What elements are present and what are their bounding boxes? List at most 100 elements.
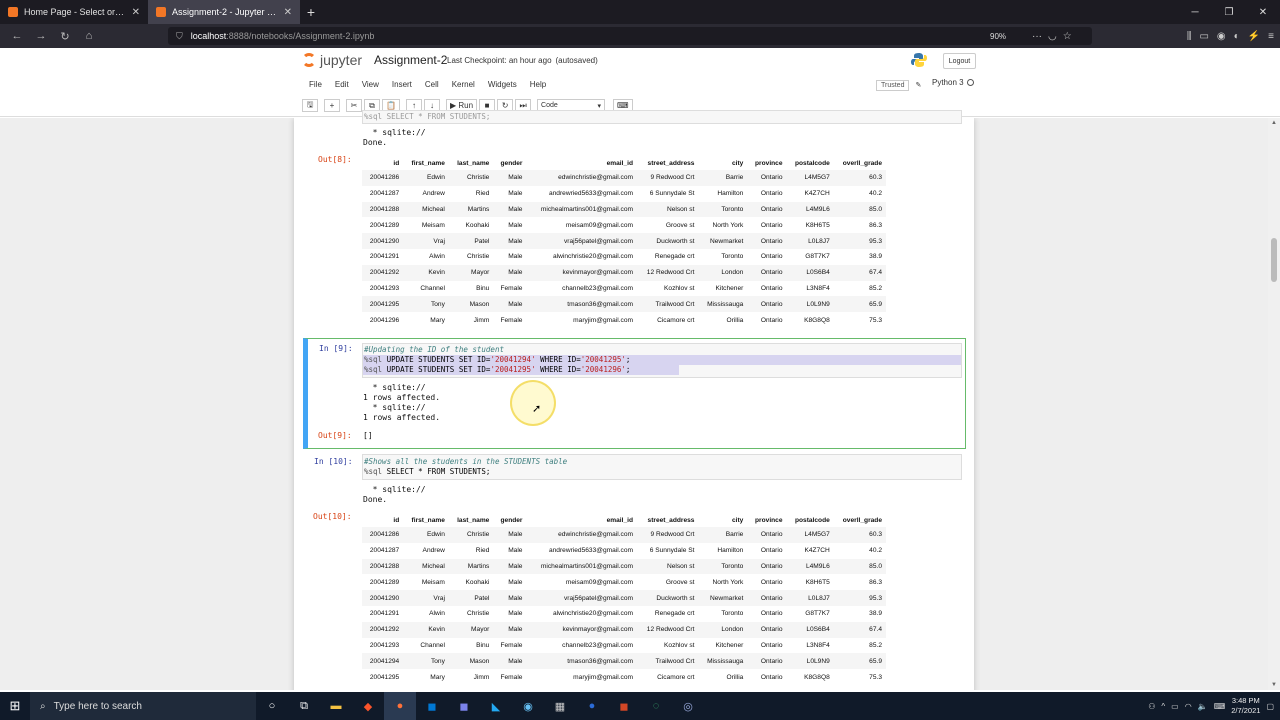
menu-help[interactable]: Help — [523, 78, 552, 92]
zoom-level[interactable]: 90% — [990, 27, 1006, 45]
edit-pencil-icon[interactable]: ✎ — [915, 81, 921, 89]
scroll-down-icon[interactable]: ▼ — [1271, 682, 1277, 688]
pocket-icon[interactable]: ◡ — [1048, 31, 1057, 42]
table-cell-first-name: Andrew — [422, 190, 445, 198]
table-cell-last-name: Christie — [467, 174, 490, 182]
teams-icon[interactable]: ◼ — [448, 692, 480, 720]
close-tab-icon[interactable]: ✕ — [284, 7, 292, 18]
table-row: 20041289 Meisam Koohaki Male meisam09@gmail.… — [362, 574, 886, 590]
taskbar-clock[interactable]: 3:48 PM 2/7/2021 — [1231, 696, 1260, 716]
notebook-menu-bar: File Edit View Insert Cell Kernel Widget… — [302, 78, 976, 92]
menu-edit[interactable]: Edit — [328, 78, 355, 92]
table-cell-last-name: Koohaki — [465, 578, 490, 586]
table-cell-postalcode: L3N8F4 — [806, 641, 830, 649]
wifi-icon[interactable]: ◠ — [1185, 702, 1192, 711]
extension-icon[interactable]: ◐ — [1234, 31, 1240, 42]
insert-cell-icon[interactable]: + — [324, 99, 340, 112]
windows-start-icon[interactable]: ⊞ — [0, 692, 30, 720]
kernel-name[interactable]: Python 3 — [932, 78, 964, 87]
code-cell-7[interactable]: %sql SELECT * FROM STUDENTS; — [362, 110, 962, 124]
sidebar-icon[interactable]: ▭ — [1199, 31, 1208, 42]
table-header-row: id first_name last_name gender email_id stree… — [362, 513, 886, 527]
url-actions: ··· ◡ ☆ — [1032, 27, 1072, 45]
taskbar-search[interactable]: ⌕ Type here to search — [30, 692, 256, 720]
back-icon[interactable]: ← — [6, 26, 28, 46]
maximize-icon[interactable]: ❐ — [1212, 0, 1246, 24]
people-icon[interactable]: ⚇ — [1148, 702, 1155, 711]
notification-icon[interactable]: ▢ — [1266, 702, 1274, 711]
tab-assignment-2[interactable]: Assignment-2 - Jupyter Notebo ✕ — [148, 0, 300, 24]
firefox-icon[interactable]: ● — [384, 692, 416, 720]
shield-icon[interactable]: ⛉ — [176, 31, 183, 42]
menu-widgets[interactable]: Widgets — [481, 78, 523, 92]
table-cell-postalcode: L0L8J7 — [808, 594, 830, 602]
app-icon[interactable]: ◎ — [672, 692, 704, 720]
table-cell-postalcode: K8G8Q8 — [804, 673, 830, 681]
save-icon[interactable]: 🖫 — [302, 99, 318, 112]
table-cell-last-name: Koohaki — [465, 221, 490, 229]
trusted-badge[interactable]: Trusted — [876, 79, 910, 91]
code-cell-9-editor[interactable]: #Updating the ID of the student %sql UPD… — [362, 343, 962, 378]
table-cell-first-name: Channel — [420, 641, 445, 649]
file-explorer-icon[interactable]: ▬ — [320, 692, 352, 720]
scrollbar-thumb[interactable] — [1271, 238, 1277, 282]
table-cell-id: 20041287 — [369, 190, 400, 198]
table-cell-gender: Female — [500, 284, 523, 292]
account-icon[interactable]: ◉ — [1217, 31, 1226, 42]
menu-view[interactable]: View — [355, 78, 385, 92]
scroll-up-icon[interactable]: ▲ — [1271, 120, 1277, 126]
table-cell-id: 20041295 — [369, 673, 400, 681]
powerpoint-icon[interactable]: ◼ — [608, 692, 640, 720]
refresh-app-icon[interactable]: ◌ — [640, 692, 672, 720]
calculator-icon[interactable]: ▦ — [544, 692, 576, 720]
column-header-province: province — [755, 516, 783, 524]
logout-button[interactable]: Logout — [943, 53, 976, 69]
bookmark-star-icon[interactable]: ☆ — [1063, 31, 1072, 42]
table-cell-street-address: Groove st — [665, 578, 695, 586]
reload-icon[interactable]: ↻ — [54, 26, 76, 46]
table-cell-province: Ontario — [760, 610, 783, 618]
close-tab-icon[interactable]: ✕ — [132, 7, 140, 18]
cortana-icon[interactable]: ○ — [256, 692, 288, 720]
table-cell-overll-grade: 40.2 — [869, 190, 882, 198]
menu-icon[interactable]: ≡ — [1268, 31, 1274, 42]
task-view-icon[interactable]: ⧉ — [288, 692, 320, 720]
ime-icon[interactable]: ⌨ — [1214, 702, 1226, 711]
close-window-icon[interactable]: ✕ — [1246, 0, 1280, 24]
battery-icon[interactable]: ▭ — [1171, 702, 1179, 711]
vscode-icon[interactable]: ◣ — [480, 692, 512, 720]
notebook-name[interactable]: Assignment-2 — [374, 53, 447, 67]
outlook-icon[interactable]: ◼ — [416, 692, 448, 720]
table-cell-city: London — [721, 269, 744, 277]
show-hidden-icon[interactable]: ^ — [1161, 702, 1165, 711]
table-cell-gender: Male — [508, 237, 523, 245]
table-cell-province: Ontario — [760, 626, 783, 634]
table-row: 20041292 Kevin Mayor Male kevinmayor@gmail.c… — [362, 264, 886, 281]
steam-icon[interactable]: ◉ — [512, 692, 544, 720]
code-cell-10-editor[interactable]: #Shows all the students in the STUDENTS … — [362, 454, 962, 480]
cut-icon[interactable]: ✂ — [346, 99, 362, 112]
vertical-scrollbar[interactable]: ▲ ▼ — [1268, 118, 1280, 690]
new-tab-button[interactable]: + — [300, 0, 322, 24]
more-icon[interactable]: ··· — [1032, 31, 1042, 42]
wordpress-icon[interactable]: ● — [576, 692, 608, 720]
extension-icon[interactable]: ⚡ — [1248, 31, 1260, 42]
brave-browser-icon[interactable]: ◆ — [352, 692, 384, 720]
tab-home-page[interactable]: Home Page - Select or create a ✕ — [0, 0, 148, 24]
volume-icon[interactable]: 🔈 — [1198, 702, 1208, 711]
menu-file[interactable]: File — [302, 78, 328, 92]
library-icon[interactable]: ⫼ — [1187, 31, 1192, 42]
jupyter-logo[interactable]: jupyter — [302, 52, 362, 68]
cell-output-value: [] — [363, 431, 373, 440]
url-bar[interactable]: ⛉ localhost:8888/notebooks/Assignment-2.… — [168, 27, 1092, 45]
home-icon[interactable]: ⌂ — [78, 26, 100, 46]
menu-kernel[interactable]: Kernel — [445, 78, 481, 92]
chevron-down-icon: ▾ — [597, 102, 602, 110]
table-cell-province: Ontario — [760, 594, 783, 602]
table-cell-province: Ontario — [760, 284, 783, 292]
menu-cell[interactable]: Cell — [418, 78, 445, 92]
forward-icon[interactable]: → — [30, 26, 52, 46]
menu-insert[interactable]: Insert — [385, 78, 418, 92]
table-cell-street-address: Nelson st — [666, 562, 695, 570]
minimize-icon[interactable]: ─ — [1178, 0, 1212, 24]
